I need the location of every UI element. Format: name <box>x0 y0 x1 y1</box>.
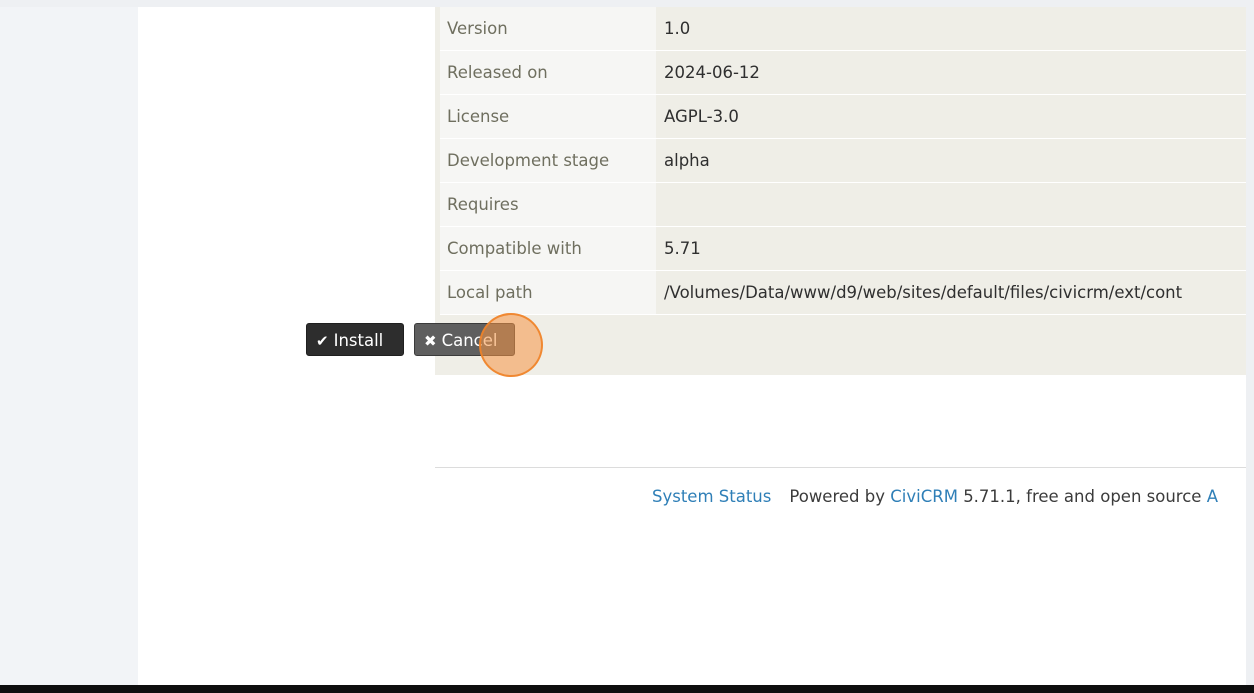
cancel-button-label: Cancel <box>441 331 498 350</box>
info-label: Local path <box>440 270 656 315</box>
info-label: License <box>440 94 656 139</box>
page-footer: System Status Powered by CiviCRM 5.71.1, … <box>652 487 1218 506</box>
info-value: /Volumes/Data/www/d9/web/sites/default/f… <box>656 270 1246 315</box>
info-row-released-on: Released on 2024-06-12 <box>440 50 1246 95</box>
info-value: 1.0 <box>656 7 1246 51</box>
info-row-development-stage: Development stage alpha <box>440 138 1246 183</box>
info-row-local-path: Local path /Volumes/Data/www/d9/web/site… <box>440 270 1246 315</box>
version-text: 5.71.1, free and open source <box>963 487 1202 506</box>
info-row-requires: Requires <box>440 182 1246 227</box>
info-label: Compatible with <box>440 226 656 271</box>
top-strip <box>0 0 1254 7</box>
info-value: 5.71 <box>656 226 1246 271</box>
info-label: Released on <box>440 50 656 95</box>
check-icon: ✔ <box>316 332 329 350</box>
info-value: 2024-06-12 <box>656 50 1246 95</box>
info-row-version: Version 1.0 <box>440 7 1246 51</box>
page-content: Version 1.0 Released on 2024-06-12 Licen… <box>138 7 1246 685</box>
info-value: AGPL-3.0 <box>656 94 1246 139</box>
bottom-bar <box>0 685 1254 693</box>
info-label: Requires <box>440 182 656 227</box>
left-gutter <box>0 7 138 685</box>
close-icon: ✖ <box>424 332 437 350</box>
system-status-link[interactable]: System Status <box>652 487 771 506</box>
cancel-button[interactable]: ✖ Cancel <box>414 323 515 356</box>
info-label: Version <box>440 7 656 51</box>
info-value: alpha <box>656 138 1246 183</box>
license-link[interactable]: A <box>1207 487 1218 506</box>
install-button-label: Install <box>333 331 384 350</box>
civicrm-link[interactable]: CiviCRM <box>890 487 958 506</box>
info-row-license: License AGPL-3.0 <box>440 94 1246 139</box>
footer-divider <box>435 467 1246 468</box>
extension-info-table: Version 1.0 Released on 2024-06-12 Licen… <box>440 7 1246 315</box>
powered-by-text: Powered by <box>789 487 885 506</box>
info-row-compatible-with: Compatible with 5.71 <box>440 226 1246 271</box>
info-value <box>656 182 1246 227</box>
install-button[interactable]: ✔ Install <box>306 323 404 356</box>
extension-details-panel: Version 1.0 Released on 2024-06-12 Licen… <box>435 7 1246 375</box>
info-label: Development stage <box>440 138 656 183</box>
